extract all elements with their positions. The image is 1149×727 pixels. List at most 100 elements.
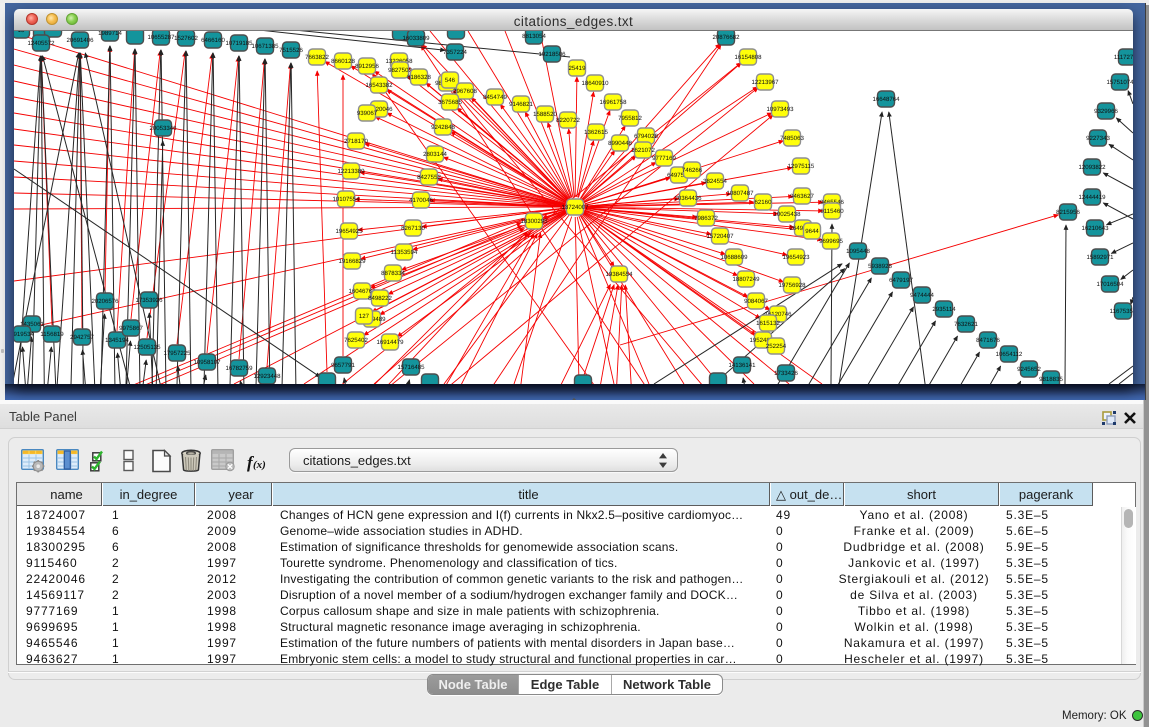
svg-text:3675685: 3675685 (438, 99, 462, 106)
svg-text:8990448: 8990448 (608, 140, 632, 147)
svg-text:9699695: 9699695 (819, 238, 843, 245)
svg-text:7632621: 7632621 (954, 321, 978, 328)
svg-text:746266: 746266 (682, 167, 703, 174)
svg-text:15892971: 15892971 (1086, 254, 1114, 261)
svg-text:9818835: 9818835 (1039, 376, 1063, 383)
svg-text:8215956: 8215956 (1056, 209, 1080, 216)
svg-text:8186328: 8186328 (407, 74, 431, 81)
svg-text:939067: 939067 (357, 110, 378, 117)
svg-text:1989714: 1989714 (98, 31, 122, 37)
svg-text:25419: 25419 (569, 65, 587, 72)
svg-text:2803144: 2803144 (423, 151, 447, 158)
svg-text:7515526: 7515526 (279, 47, 303, 54)
svg-text:546: 546 (445, 77, 456, 84)
svg-text:8912956: 8912956 (355, 63, 379, 70)
svg-text:12213967: 12213967 (751, 79, 779, 86)
svg-text:8471676: 8471676 (976, 337, 1000, 344)
svg-text:1733426: 1733426 (774, 370, 798, 377)
svg-text:9115460: 9115460 (820, 208, 844, 215)
svg-text:19756928: 19756928 (778, 282, 806, 289)
svg-text:10807487: 10807487 (726, 190, 754, 197)
svg-text:16210643: 16210643 (1081, 225, 1109, 232)
svg-text:7663822: 7663822 (305, 54, 329, 61)
svg-text:3919534: 3919534 (14, 331, 34, 338)
svg-text:2942757: 2942757 (70, 334, 94, 341)
svg-text:9474444: 9474444 (910, 292, 934, 299)
svg-text:19654923: 19654923 (782, 254, 810, 261)
svg-text:19166829: 19166829 (338, 258, 366, 265)
svg-text:11675350: 11675350 (1110, 308, 1133, 315)
svg-text:10958107: 10958107 (193, 359, 221, 366)
svg-text:16033809: 16033809 (402, 35, 430, 42)
svg-text:14136141: 14136141 (728, 362, 756, 369)
svg-text:10671385: 10671385 (251, 43, 279, 50)
svg-text:(x): (x) (253, 459, 266, 471)
svg-text:12444419: 12444419 (1078, 194, 1106, 201)
svg-text:9146821: 9146821 (509, 101, 533, 108)
svg-text:19654925: 19654925 (335, 228, 363, 235)
svg-text:9827503: 9827503 (388, 67, 412, 74)
svg-text:11353594: 11353594 (391, 249, 418, 256)
svg-text:9242848: 9242848 (431, 124, 455, 131)
svg-text:4170046: 4170046 (409, 197, 433, 204)
svg-text:9227343: 9227343 (1086, 135, 1110, 142)
svg-text:1621072: 1621072 (631, 147, 655, 154)
svg-text:6466160: 6466160 (201, 37, 225, 44)
svg-text:8498222: 8498222 (368, 295, 392, 302)
svg-text:15751074: 15751074 (1106, 79, 1133, 86)
svg-text:18640910: 18640910 (581, 80, 609, 87)
svg-text:9644: 9644 (805, 228, 819, 235)
svg-text:17353926: 17353926 (135, 297, 163, 304)
svg-text:12505135: 12505135 (133, 344, 161, 351)
svg-text:1588520: 1588520 (533, 111, 557, 118)
svg-text:10719185: 10719185 (225, 40, 253, 47)
svg-text:8878334: 8878334 (381, 270, 405, 277)
svg-text:11172716: 11172716 (1114, 54, 1133, 61)
svg-text:18724007: 18724007 (561, 204, 589, 211)
svg-text:8267130: 8267130 (401, 225, 425, 232)
svg-text:18807249: 18807249 (732, 276, 760, 283)
svg-text:10107554: 10107554 (332, 196, 360, 203)
svg-text:17016504: 17016504 (1096, 281, 1124, 288)
svg-text:8427552: 8427552 (417, 174, 441, 181)
svg-text:10654112: 10654112 (996, 351, 1023, 358)
svg-text:6479197: 6479197 (889, 277, 913, 284)
svg-text:6794028: 6794028 (634, 133, 658, 140)
svg-text:7357224: 7357224 (443, 49, 467, 56)
svg-text:9777169: 9777169 (652, 155, 676, 162)
svg-text:20364436: 20364436 (674, 195, 702, 202)
svg-text:15716485: 15716485 (397, 364, 425, 371)
svg-text:16961758: 16961758 (599, 99, 627, 106)
svg-text:10973493: 10973493 (766, 106, 794, 113)
svg-text:12923448: 12923448 (253, 373, 281, 380)
svg-text:127: 127 (359, 313, 370, 320)
svg-text:20206576: 20206576 (91, 298, 119, 305)
svg-text:1095448: 1095448 (846, 248, 870, 255)
svg-text:16782759: 16782759 (225, 365, 253, 372)
svg-text:9975867: 9975867 (119, 325, 143, 332)
svg-text:18300295: 18300295 (520, 218, 548, 225)
svg-text:17957225: 17957225 (163, 350, 191, 357)
svg-text:16648764: 16648764 (872, 96, 900, 103)
svg-text:10688609: 10688609 (720, 254, 748, 261)
svg-text:20053346: 20053346 (149, 125, 177, 132)
svg-text:8660128: 8660128 (331, 58, 355, 65)
svg-text:8454749: 8454749 (483, 94, 507, 101)
svg-text:16154808: 16154808 (734, 54, 762, 61)
svg-text:1362615: 1362615 (584, 129, 608, 136)
svg-text:16914479: 16914479 (376, 339, 404, 346)
svg-text:12405572: 12405572 (27, 40, 55, 47)
svg-text:3824554: 3824554 (703, 178, 727, 185)
svg-text:9329966: 9329966 (1094, 108, 1118, 115)
svg-text:10655287: 10655287 (147, 34, 175, 41)
svg-text:12093822: 12093822 (1078, 164, 1106, 171)
svg-text:2718170: 2718170 (344, 138, 368, 145)
svg-text:2935114: 2935114 (932, 306, 956, 313)
svg-text:5938928: 5938928 (868, 263, 892, 270)
svg-text:252254: 252254 (766, 343, 787, 350)
svg-text:8220722: 8220722 (556, 117, 580, 124)
svg-text:19384554: 19384554 (605, 271, 633, 278)
svg-text:62160: 62160 (755, 199, 773, 206)
svg-text:9084067: 9084067 (744, 298, 768, 305)
svg-text:18: 18 (18, 31, 25, 34)
